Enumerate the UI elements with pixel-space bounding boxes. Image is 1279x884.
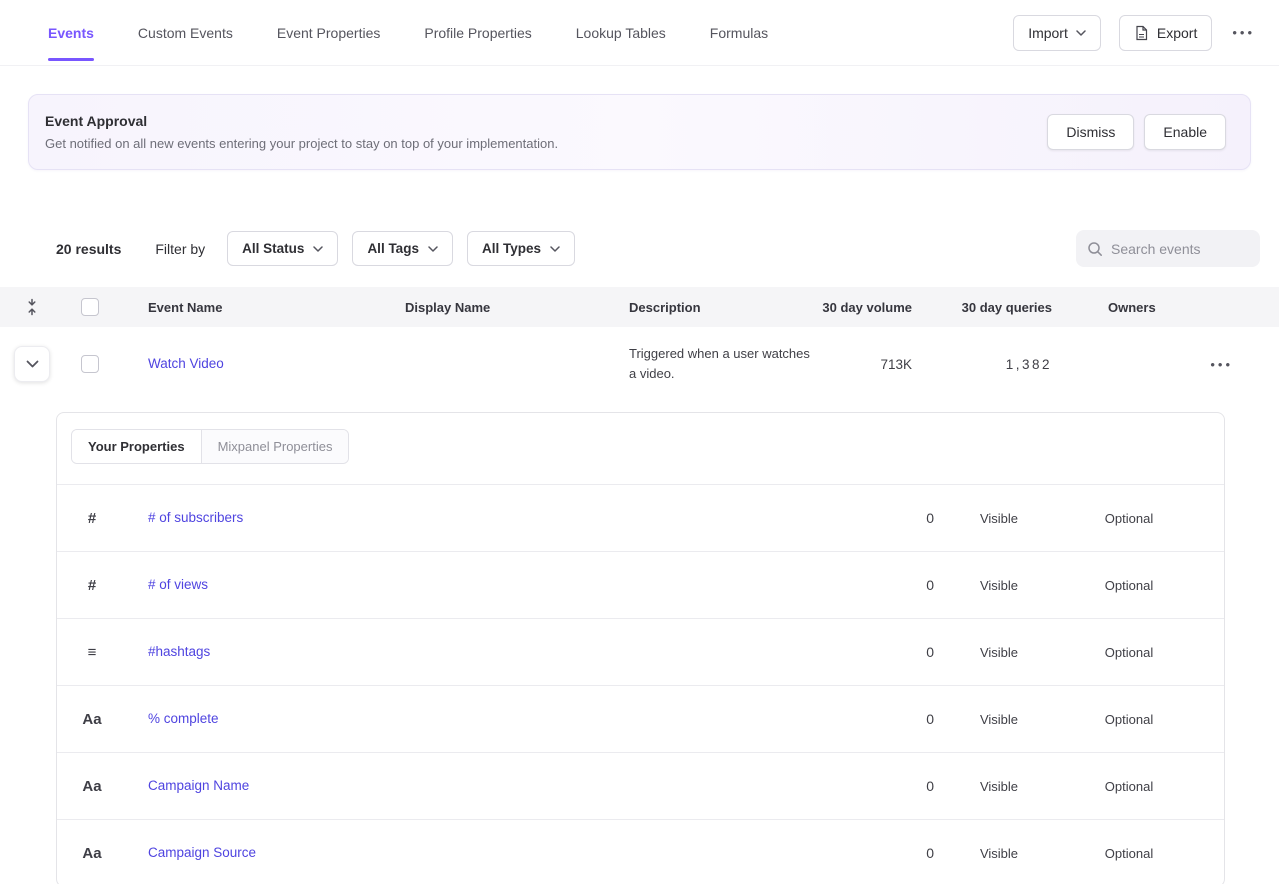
property-requirement: Optional — [1064, 645, 1194, 660]
column-30-day-volume: 30 day volume — [820, 300, 920, 315]
tags-filter-label: All Tags — [367, 241, 419, 256]
types-filter-dropdown[interactable]: All Types — [467, 231, 575, 266]
property-visibility: Visible — [934, 511, 1064, 526]
chevron-down-icon — [1076, 30, 1086, 36]
property-row: Aa % complete 0 Visible Optional — [57, 685, 1224, 752]
tab-events[interactable]: Events — [48, 19, 94, 47]
chevron-down-icon — [313, 246, 323, 252]
tab-your-properties[interactable]: Your Properties — [72, 430, 201, 463]
top-navigation: Events Custom Events Event Properties Pr… — [0, 0, 1279, 66]
property-name-link[interactable]: #hashtags — [148, 644, 210, 659]
export-button[interactable]: Export — [1119, 15, 1212, 51]
event-30-day-volume: 713K — [820, 357, 920, 372]
column-owners: Owners — [1060, 300, 1279, 315]
property-count: 0 — [814, 577, 934, 593]
export-csv-icon — [1134, 25, 1149, 41]
tab-event-properties[interactable]: Event Properties — [277, 19, 381, 47]
row-checkbox[interactable] — [81, 355, 99, 373]
banner-text: Event Approval Get notified on all new e… — [45, 113, 558, 151]
property-count: 0 — [814, 711, 934, 727]
text-icon: Aa — [82, 778, 101, 795]
types-filter-label: All Types — [482, 241, 541, 256]
property-count: 0 — [814, 845, 934, 861]
results-count: 20 results — [56, 241, 121, 257]
nav-tabs: Events Custom Events Event Properties Pr… — [48, 19, 768, 47]
collapse-all-icon[interactable] — [25, 298, 39, 316]
property-count: 0 — [814, 644, 934, 660]
nav-more-button[interactable]: ••• — [1230, 21, 1257, 44]
property-requirement: Optional — [1064, 511, 1194, 526]
column-description: Description — [629, 300, 820, 315]
property-visibility: Visible — [934, 779, 1064, 794]
column-event-name: Event Name — [116, 300, 405, 315]
search-icon — [1087, 241, 1103, 257]
property-visibility: Visible — [934, 846, 1064, 861]
table-header: Event Name Display Name Description 30 d… — [0, 287, 1279, 327]
banner-title: Event Approval — [45, 113, 558, 129]
column-30-day-queries: 30 day queries — [920, 300, 1060, 315]
property-requirement: Optional — [1064, 846, 1194, 861]
tab-formulas[interactable]: Formulas — [710, 19, 768, 47]
properties-tab-bar: Your Properties Mixpanel Properties — [57, 413, 1224, 484]
nav-actions: Import Export ••• — [1013, 15, 1257, 51]
property-name-link[interactable]: # of views — [148, 577, 208, 592]
dismiss-button[interactable]: Dismiss — [1047, 114, 1134, 150]
property-row: ≡ #hashtags 0 Visible Optional — [57, 618, 1224, 685]
property-requirement: Optional — [1064, 578, 1194, 593]
property-row: # # of subscribers 0 Visible Optional — [57, 484, 1224, 551]
row-more-button[interactable]: ••• — [1208, 353, 1235, 376]
collapse-row-button[interactable] — [14, 346, 50, 382]
chevron-down-icon — [26, 360, 39, 368]
search-input[interactable] — [1111, 241, 1249, 257]
number-icon: # — [88, 577, 96, 594]
filter-by-label: Filter by — [155, 241, 205, 257]
number-icon: # — [88, 510, 96, 527]
import-button[interactable]: Import — [1013, 15, 1101, 51]
list-icon: ≡ — [88, 644, 97, 661]
export-label: Export — [1157, 25, 1197, 41]
properties-tab-control: Your Properties Mixpanel Properties — [71, 429, 349, 464]
event-30-day-queries: 1,382 — [920, 357, 1060, 372]
property-count: 0 — [814, 778, 934, 794]
properties-panel: Your Properties Mixpanel Properties # # … — [56, 412, 1225, 884]
property-visibility: Visible — [934, 712, 1064, 727]
tab-profile-properties[interactable]: Profile Properties — [424, 19, 531, 47]
status-filter-label: All Status — [242, 241, 304, 256]
search-events[interactable] — [1076, 230, 1260, 267]
property-name-link[interactable]: % complete — [148, 711, 219, 726]
property-count: 0 — [814, 510, 934, 526]
text-icon: Aa — [82, 711, 101, 728]
tab-lookup-tables[interactable]: Lookup Tables — [576, 19, 666, 47]
property-name-link[interactable]: Campaign Source — [148, 845, 256, 860]
tags-filter-dropdown[interactable]: All Tags — [352, 231, 453, 266]
property-row: Aa Campaign Name 0 Visible Optional — [57, 752, 1224, 819]
event-approval-banner: Event Approval Get notified on all new e… — [28, 94, 1251, 170]
chevron-down-icon — [550, 246, 560, 252]
property-visibility: Visible — [934, 578, 1064, 593]
tab-custom-events[interactable]: Custom Events — [138, 19, 233, 47]
property-visibility: Visible — [934, 645, 1064, 660]
text-icon: Aa — [82, 845, 101, 862]
tab-mixpanel-properties[interactable]: Mixpanel Properties — [201, 430, 349, 463]
filters-bar: 20 results Filter by All Status All Tags… — [56, 230, 1260, 267]
event-description: Triggered when a user watches a video. — [629, 344, 820, 384]
banner-description: Get notified on all new events entering … — [45, 136, 558, 151]
property-name-link[interactable]: Campaign Name — [148, 778, 249, 793]
chevron-down-icon — [428, 246, 438, 252]
property-requirement: Optional — [1064, 712, 1194, 727]
event-row: Watch Video Triggered when a user watche… — [0, 327, 1279, 401]
select-all-checkbox[interactable] — [81, 298, 99, 316]
import-label: Import — [1028, 25, 1068, 41]
property-name-link[interactable]: # of subscribers — [148, 510, 243, 525]
event-name-link[interactable]: Watch Video — [148, 356, 224, 371]
status-filter-dropdown[interactable]: All Status — [227, 231, 338, 266]
property-row: # # of views 0 Visible Optional — [57, 551, 1224, 618]
banner-actions: Dismiss Enable — [1047, 114, 1226, 150]
column-display-name: Display Name — [405, 300, 629, 315]
property-requirement: Optional — [1064, 779, 1194, 794]
property-row: Aa Campaign Source 0 Visible Optional — [57, 819, 1224, 884]
enable-button[interactable]: Enable — [1144, 114, 1226, 150]
